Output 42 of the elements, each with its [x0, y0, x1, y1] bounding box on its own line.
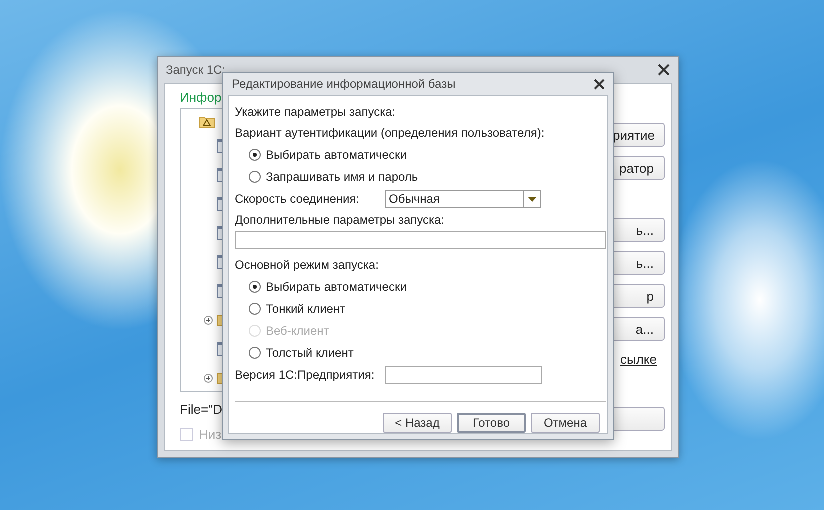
side-button[interactable]: ь...: [613, 251, 665, 275]
dialog-button[interactable]: Готово: [457, 413, 526, 433]
close-icon[interactable]: [594, 78, 605, 90]
checkbox-label: Низ: [199, 427, 222, 442]
radio-label: Выбирать автоматически: [266, 148, 407, 162]
side-button[interactable]: [613, 407, 665, 431]
radio-button[interactable]: [249, 347, 261, 359]
radio-button[interactable]: [249, 303, 261, 315]
close-icon[interactable]: [658, 64, 670, 76]
radio-label: Толстый клиент: [266, 346, 354, 360]
speed-label: Скорость соединения:: [235, 192, 361, 206]
dialog-button[interactable]: Отмена: [531, 413, 600, 433]
side-button[interactable]: р: [613, 284, 665, 308]
expand-icon[interactable]: [204, 374, 212, 383]
side-button[interactable]: ь...: [613, 218, 665, 242]
side-button[interactable]: ратор: [613, 156, 665, 180]
prompt-text: Укажите параметры запуска:: [235, 104, 397, 121]
side-button[interactable]: а...: [613, 317, 665, 341]
expand-icon[interactable]: [204, 316, 212, 325]
radio-label: Выбирать автоматически: [266, 280, 407, 294]
path-text: File="D: [180, 402, 224, 417]
side-button[interactable]: риятие: [613, 123, 665, 147]
version-input[interactable]: [385, 366, 542, 384]
speed-dropdown[interactable]: Обычная: [385, 190, 541, 208]
radio-label: Запрашивать имя и пароль: [266, 170, 418, 184]
radio-label: Тонкий клиент: [266, 302, 346, 316]
caret-icon[interactable]: [528, 196, 536, 202]
version-label: Версия 1С:Предприятия:: [235, 368, 376, 382]
section-label: Инфор: [180, 90, 223, 105]
dialog-button[interactable]: < Назад: [383, 413, 452, 433]
radio-button[interactable]: [249, 149, 261, 161]
window-title: Запуск 1С:: [166, 63, 226, 77]
radio-button[interactable]: [249, 171, 261, 183]
auth-label: Вариант аутентификации (определения пользователя):: [235, 125, 546, 142]
radio-button[interactable]: [249, 281, 261, 293]
radio-label: Веб-клиент: [266, 324, 330, 338]
mode-label: Основной режим запуска:: [235, 257, 380, 274]
params-input[interactable]: [235, 231, 606, 249]
link[interactable]: сылке: [620, 352, 665, 367]
folder-warning-icon[interactable]: [199, 115, 215, 128]
dialog-title: Редактирование информационной базы: [232, 77, 456, 91]
params-label: Дополнительные параметры запуска:: [235, 212, 446, 229]
